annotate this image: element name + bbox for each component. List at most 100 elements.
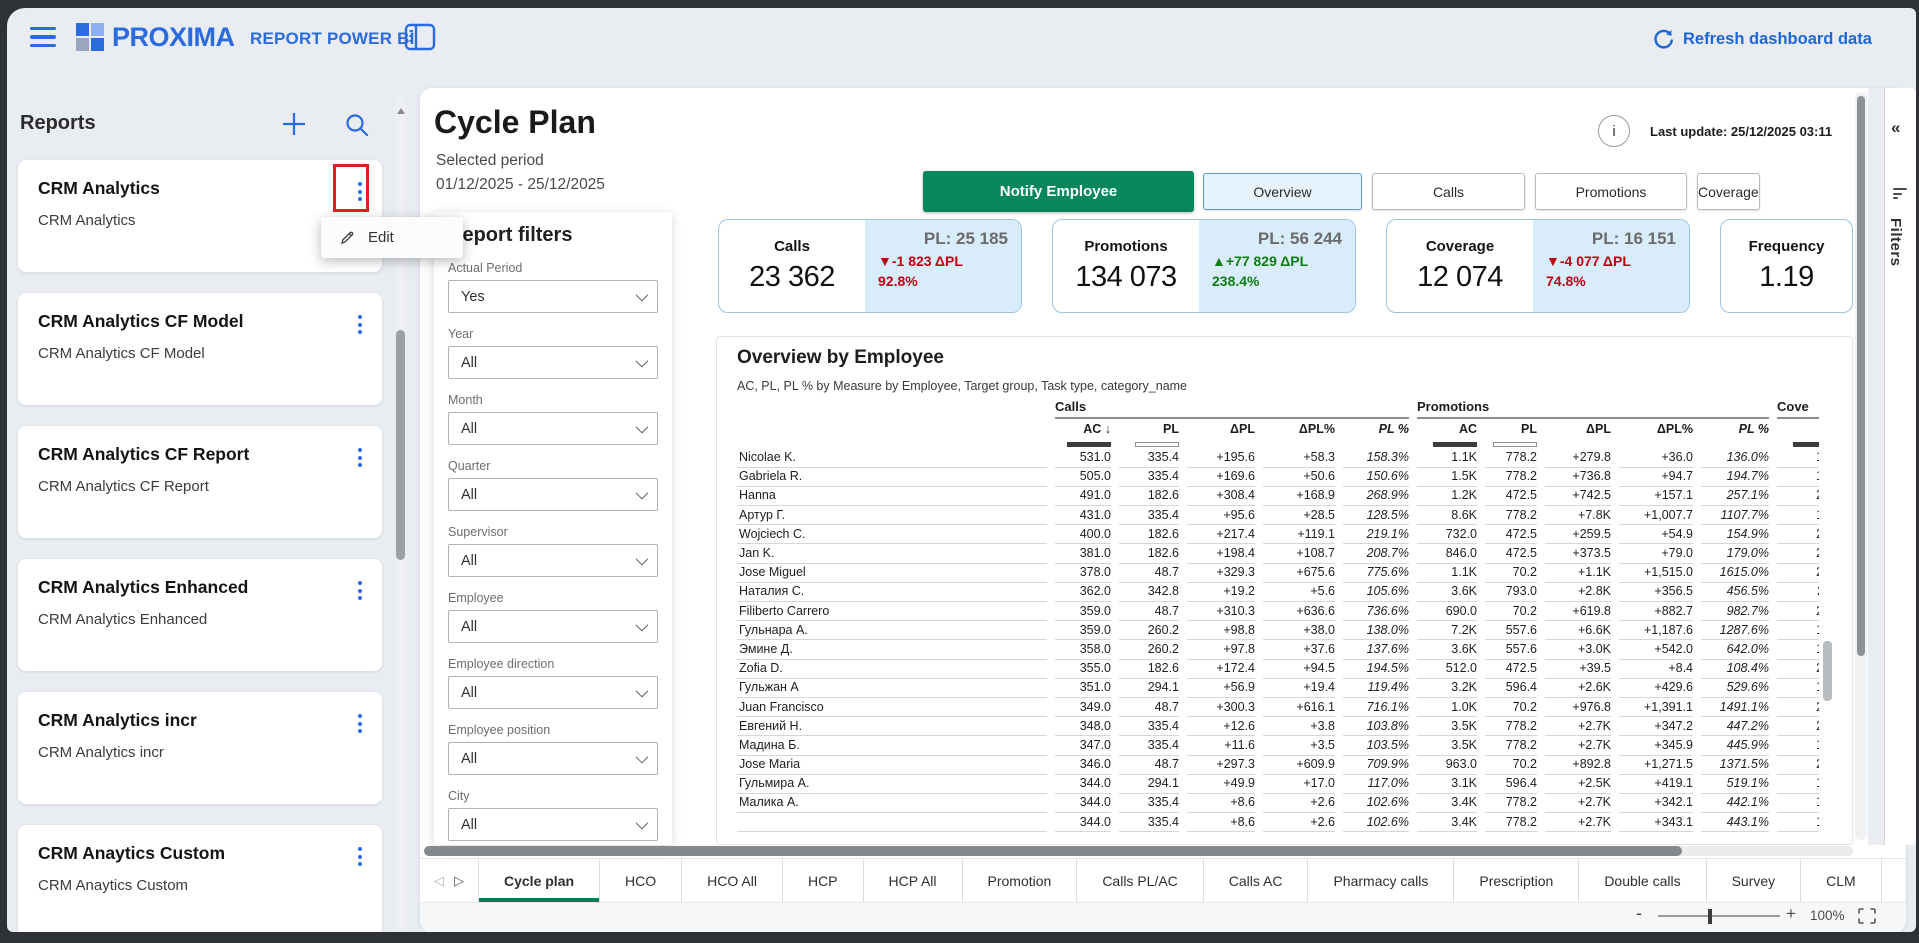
table-row[interactable]: Гульжан А 351.0294.1+56.9+19.4119.4%3.2K… — [737, 678, 1819, 697]
table-row[interactable]: Эмине Д. 358.0260.2+97.8+37.6137.6%3.6K5… — [737, 640, 1819, 659]
table-row[interactable]: Мадина Б. 347.0335.4+11.6+3.5103.5%3.5K7… — [737, 736, 1819, 755]
sheet-tab[interactable]: HCO — [600, 859, 682, 902]
table-row[interactable]: Евгений Н. 348.0335.4+12.6+3.8103.8%3.5K… — [737, 717, 1819, 736]
table-row[interactable]: Juan Francisco 349.048.7+300.3+616.1716.… — [737, 697, 1819, 716]
table-row[interactable]: Hanna 491.0182.6+308.4+168.9268.9%1.2K47… — [737, 486, 1819, 505]
report-menu-icon[interactable] — [356, 712, 364, 735]
column-header[interactable]: PL — [1485, 422, 1537, 436]
column-header[interactable]: ΔPL% — [1263, 422, 1335, 436]
report-list: CRM Analytics CRM Analytics CRM Analytic… — [18, 160, 382, 937]
table-row[interactable]: Артур Г. 431.0335.4+95.6+28.5128.5%8.6K7… — [737, 506, 1819, 525]
add-report-icon[interactable] — [280, 110, 308, 138]
collapse-filters-icon[interactable]: « — [1891, 118, 1900, 138]
table-cell: +619.8 — [1545, 601, 1611, 621]
notify-employee-button[interactable]: Notify Employee — [923, 171, 1194, 212]
sheet-tab[interactable]: Cycle plan — [479, 859, 600, 902]
employee-name: Juan Francisco — [737, 697, 1047, 717]
refresh-dashboard-button[interactable]: Refresh dashboard data — [1652, 28, 1872, 50]
horizontal-scrollbar-thumb[interactable] — [424, 846, 1682, 856]
sheet-tab[interactable]: Calls AC — [1204, 859, 1309, 902]
main-scrollbar-thumb[interactable] — [1857, 96, 1865, 656]
report-menu-icon[interactable] — [356, 579, 364, 602]
report-context-menu[interactable]: Edit — [321, 217, 463, 258]
table-cell: 150.6% — [1343, 467, 1409, 487]
zoom-slider-track[interactable] — [1658, 915, 1780, 917]
table-row[interactable]: Гульмира А. 344.0294.1+49.9+17.0117.0%3.… — [737, 774, 1819, 793]
report-menu-icon[interactable] — [356, 180, 364, 203]
report-menu-icon[interactable] — [356, 313, 364, 336]
tab-scroll-right-icon[interactable]: ▷ — [454, 873, 464, 889]
filter-dropdown[interactable]: All — [448, 478, 658, 511]
filter-dropdown[interactable]: All — [448, 808, 658, 841]
table-row[interactable]: Jan K. 381.0182.6+198.4+108.7208.7%846.0… — [737, 544, 1819, 563]
sheet-tab[interactable]: Calls PL/AC — [1077, 859, 1203, 902]
column-header[interactable]: PL % — [1701, 422, 1769, 436]
filter-dropdown[interactable]: All — [448, 676, 658, 709]
info-icon[interactable]: i — [1598, 115, 1630, 147]
filter-dropdown[interactable]: All — [448, 544, 658, 577]
report-menu-icon[interactable] — [356, 446, 364, 469]
sheet-tab[interactable]: Prescription — [1454, 859, 1579, 902]
report-menu-icon[interactable] — [356, 845, 364, 868]
view-tab[interactable]: Overview — [1203, 173, 1362, 210]
table-cell: 179.0% — [1701, 543, 1769, 563]
filter-dropdown[interactable]: All — [448, 610, 658, 643]
zoom-out-button[interactable]: - — [1636, 903, 1642, 924]
report-card[interactable]: CRM Analytics CF Report CRM Analytics CF… — [18, 426, 382, 538]
table-row[interactable]: Wojciech C. 400.0182.6+217.4+119.1219.1%… — [737, 525, 1819, 544]
table-row[interactable]: Наталия С. 362.0342.8+19.2+5.6105.6%3.6K… — [737, 582, 1819, 601]
sheet-tab[interactable]: Double calls — [1579, 859, 1706, 902]
table-row[interactable]: 344.0335.4+8.6+2.6102.6%3.4K778.2+2.7K+3… — [737, 813, 1819, 832]
report-card[interactable]: CRM Analytics incr CRM Analytics incr — [18, 692, 382, 804]
sheet-tab[interactable]: Promotion — [963, 859, 1078, 902]
table-row[interactable]: Zofia D. 355.0182.6+172.4+94.5194.5%512.… — [737, 659, 1819, 678]
column-header[interactable]: ΔPL% — [1619, 422, 1693, 436]
tab-scroll-left-icon[interactable]: ◁ — [434, 873, 444, 889]
filter-dropdown[interactable]: All — [448, 412, 658, 445]
table-row[interactable]: Jose Miguel 378.048.7+329.3+675.6775.6%1… — [737, 563, 1819, 582]
sidebar-scrollbar-up-icon[interactable] — [397, 108, 405, 114]
report-card[interactable]: CRM Anaytics Custom CRM Anaytics Custom — [18, 825, 382, 937]
report-title: CRM Anaytics Custom — [38, 843, 362, 864]
view-tab[interactable]: Calls — [1372, 173, 1525, 210]
zoom-in-button[interactable]: + — [1786, 904, 1796, 924]
table-cell: +3.0K — [1545, 639, 1611, 659]
column-header[interactable]: ΔPL — [1187, 422, 1255, 436]
search-icon[interactable] — [344, 112, 370, 138]
sheet-tab[interactable]: Pharmacy calls — [1308, 859, 1454, 902]
filter-icon[interactable] — [1893, 188, 1907, 200]
table-row[interactable]: Jose Maria 346.048.7+297.3+609.9709.9%96… — [737, 755, 1819, 774]
column-header[interactable]: PL % — [1343, 422, 1409, 436]
sheet-tab[interactable]: HCP All — [864, 859, 963, 902]
column-header[interactable]: A — [1777, 422, 1819, 436]
table-row[interactable]: Малика А. 344.0335.4+8.6+2.6102.6%3.4K77… — [737, 793, 1819, 812]
sidebar-scrollbar-thumb[interactable] — [396, 330, 405, 560]
table-row[interactable]: Гульнара А. 359.0260.2+98.8+38.0138.0%7.… — [737, 621, 1819, 640]
menu-icon[interactable] — [30, 27, 56, 47]
sheet-tab[interactable]: HCP — [783, 859, 864, 902]
sidebar-toggle-icon[interactable] — [404, 23, 436, 51]
view-tab[interactable]: Promotions — [1535, 173, 1687, 210]
sheet-tab[interactable]: CLM — [1801, 859, 1882, 902]
report-card[interactable]: CRM Analytics Enhanced CRM Analytics Enh… — [18, 559, 382, 671]
column-header[interactable]: AC — [1417, 422, 1477, 436]
sheet-tab[interactable]: Survey — [1707, 859, 1802, 902]
edit-menu-item[interactable]: Edit — [368, 229, 394, 246]
view-tab[interactable]: Coverage — [1697, 173, 1760, 210]
filter-dropdown[interactable]: All — [448, 742, 658, 775]
table-row[interactable]: Filiberto Carrero 359.048.7+310.3+636.67… — [737, 602, 1819, 621]
report-card[interactable]: CRM Analytics CF Model CRM Analytics CF … — [18, 293, 382, 405]
column-header[interactable]: AC ↓ — [1055, 422, 1111, 436]
fit-to-page-icon[interactable] — [1858, 908, 1876, 924]
table-cell: 105.6% — [1343, 582, 1409, 602]
sheet-tab[interactable]: HCO All — [682, 859, 783, 902]
table-row[interactable]: Gabriela R. 505.0335.4+169.6+50.6150.6%1… — [737, 467, 1819, 486]
table-vertical-scrollbar[interactable] — [1823, 641, 1832, 701]
table-row[interactable]: Nicolae K. 531.0335.4+195.6+58.3158.3%1.… — [737, 448, 1819, 467]
column-header[interactable]: PL — [1119, 422, 1179, 436]
filter-dropdown[interactable]: Yes — [448, 280, 658, 313]
column-header[interactable]: ΔPL — [1545, 422, 1611, 436]
zoom-slider-thumb[interactable] — [1708, 909, 1712, 924]
filter-dropdown[interactable]: All — [448, 346, 658, 379]
table-cell: 179 — [1777, 793, 1819, 813]
